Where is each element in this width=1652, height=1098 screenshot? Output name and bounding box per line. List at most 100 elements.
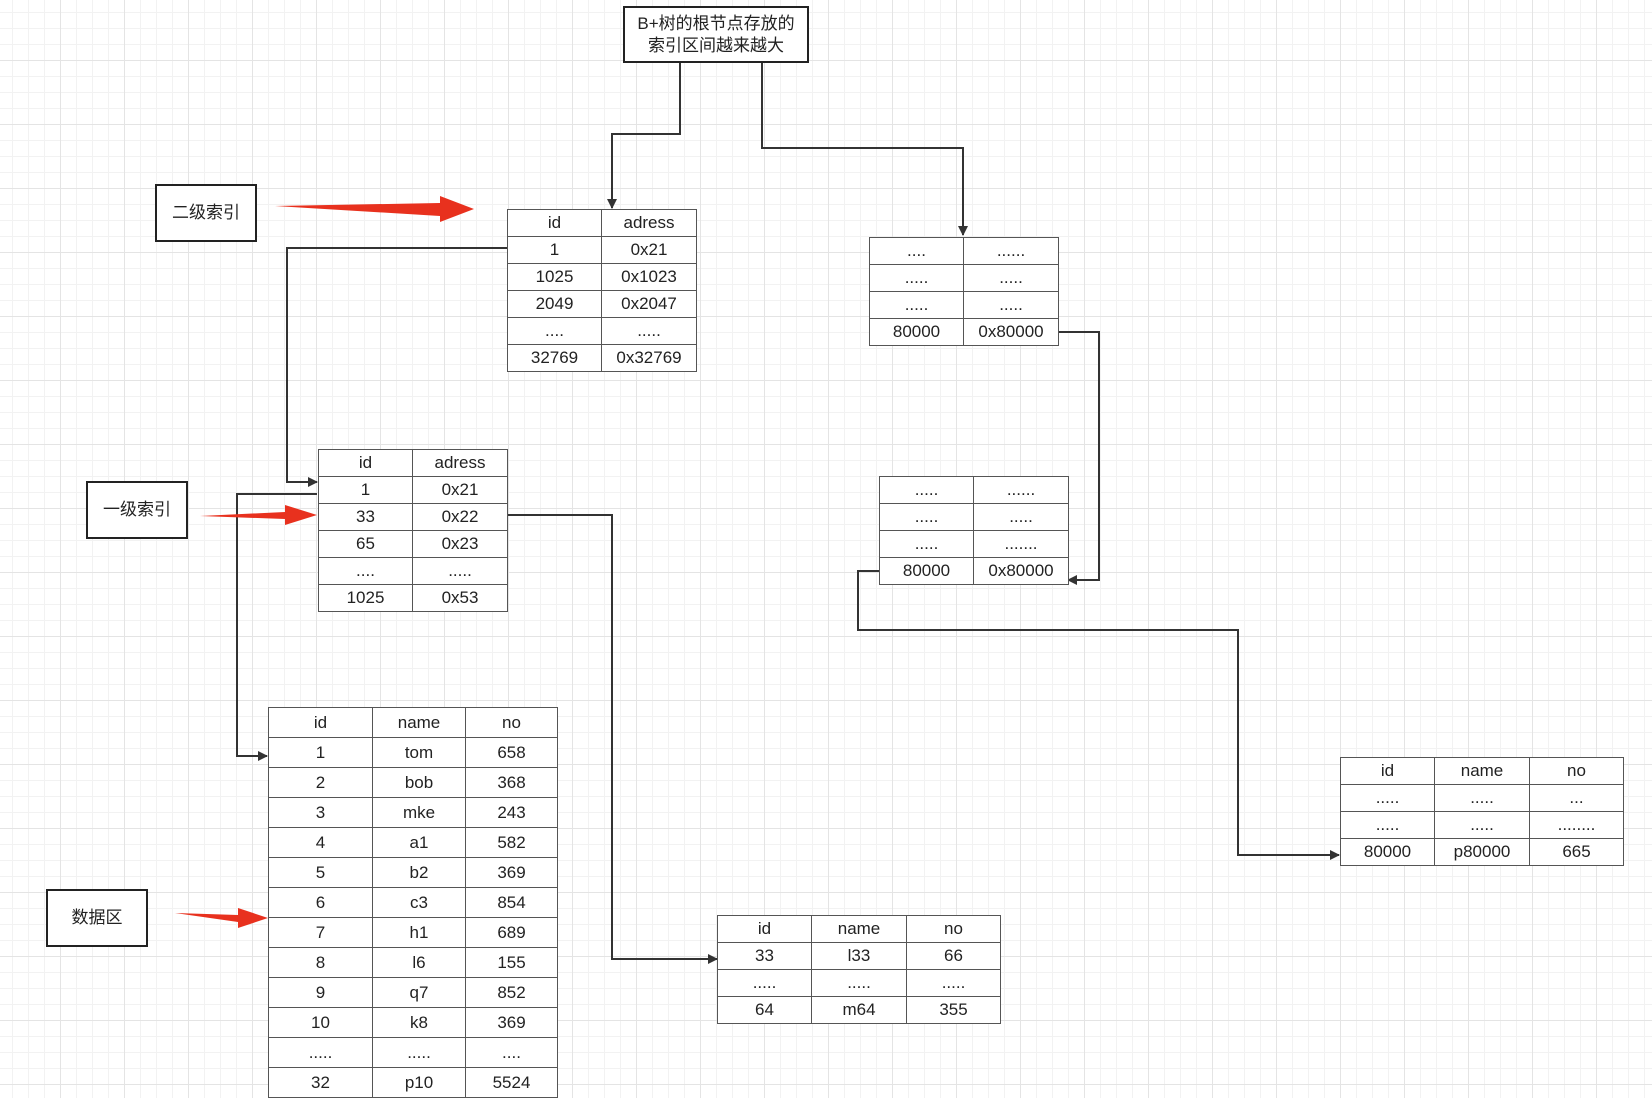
table-header-cell: id: [1340, 757, 1435, 785]
table-row: 6 c3 854: [268, 887, 558, 918]
table-cell: .....: [1434, 811, 1530, 839]
table-cell: 368: [465, 767, 558, 798]
table-cell: tom: [372, 737, 466, 768]
table-row: 1 0x21: [318, 476, 508, 504]
root-title-box: B+树的根节点存放的 索引区间越来越大: [623, 6, 809, 63]
table-cell: 369: [465, 1007, 558, 1038]
table-row: ..........: [869, 264, 1059, 292]
connector-root-to-secondary-left: [607, 63, 681, 209]
table-cell: 0x32769: [601, 344, 697, 372]
table-row: 1 0x21: [507, 236, 697, 264]
table-header-row: id adress: [318, 449, 508, 477]
root-title-line-2: 索引区间越来越大: [648, 35, 784, 55]
table-cell: ...: [1529, 784, 1624, 812]
table-row: 64 m64 355: [717, 996, 1001, 1024]
table-row: 33 l33 66: [717, 942, 1001, 970]
table-cell: 243: [465, 797, 558, 828]
table-row: 80000 0x80000: [879, 557, 1069, 585]
table-cell: 155: [465, 947, 558, 978]
table-header-cell: no: [465, 707, 558, 738]
table-row: 80000 p80000 665: [1340, 838, 1624, 866]
table-cell: 80000: [869, 318, 964, 346]
table-cell: 2: [268, 767, 373, 798]
table-cell: .......: [973, 530, 1069, 558]
table-row: ..........: [869, 291, 1059, 319]
data-table-left: id name no 1 tom 658 2 bob 368 3 mke 243 4 a1 582 5 b2 36…: [268, 707, 558, 1098]
table-cell: ....: [507, 317, 602, 345]
table-cell: 689: [465, 917, 558, 948]
table-cell: 6: [268, 887, 373, 918]
table-row: 1025 0x1023: [507, 263, 697, 291]
data-area-label: 数据区: [46, 889, 148, 947]
table-header-cell: id: [268, 707, 373, 738]
table-header-row: id name no: [268, 707, 558, 738]
table-row: ..............: [268, 1037, 558, 1068]
table-cell: 1025: [318, 584, 413, 612]
table-cell: 658: [465, 737, 558, 768]
table-cell: 32: [268, 1067, 373, 1098]
table-cell: 369: [465, 857, 558, 888]
table-cell: .....: [869, 291, 964, 319]
table-cell: 355: [906, 996, 1001, 1024]
table-cell: 65: [318, 530, 413, 558]
table-cell: .....: [879, 503, 974, 531]
table-cell: 33: [717, 942, 812, 970]
red-arrow-primary: [200, 505, 317, 525]
connector-primary-right-to-data-right: [857, 570, 1340, 860]
table-cell: c3: [372, 887, 466, 918]
table-cell: 0x22: [412, 503, 508, 531]
table-header-row: id name no: [717, 915, 1001, 943]
table-cell: 7: [268, 917, 373, 948]
table-header-cell: id: [507, 209, 602, 237]
table-cell: 32769: [507, 344, 602, 372]
table-cell: 0x53: [412, 584, 508, 612]
table-cell: 64: [717, 996, 812, 1024]
table-cell: .....: [963, 291, 1059, 319]
table-row: ..........: [879, 503, 1069, 531]
table-cell: 0x80000: [963, 318, 1059, 346]
table-cell: 8: [268, 947, 373, 978]
table-cell: 1025: [507, 263, 602, 291]
table-row: 65 0x23: [318, 530, 508, 558]
table-row: 10 k8 369: [268, 1007, 558, 1038]
table-row: 8 l6 155: [268, 947, 558, 978]
table-cell: .....: [717, 969, 812, 997]
table-cell: 582: [465, 827, 558, 858]
table-row: ...............: [717, 969, 1001, 997]
table-cell: ......: [973, 476, 1069, 504]
table-row: ...........: [879, 476, 1069, 504]
table-cell: l33: [811, 942, 907, 970]
table-cell: .....: [879, 530, 974, 558]
table-cell: b2: [372, 857, 466, 888]
table-cell: 0x1023: [601, 263, 697, 291]
table-row: 1 tom 658: [268, 737, 558, 768]
table-cell: 5524: [465, 1067, 558, 1098]
table-row: .........: [507, 317, 697, 345]
table-row: ............: [879, 530, 1069, 558]
root-title-line-1: B+树的根节点存放的: [637, 13, 795, 33]
table-header-cell: adress: [412, 449, 508, 477]
primary-index-table-left: id adress 1 0x21 33 0x22 65 0x23......... 1025 0x…: [318, 449, 508, 612]
table-cell: k8: [372, 1007, 466, 1038]
table-cell: .....: [268, 1037, 373, 1068]
table-cell: p10: [372, 1067, 466, 1098]
table-cell: 1: [268, 737, 373, 768]
table-cell: 0x21: [601, 236, 697, 264]
table-cell: q7: [372, 977, 466, 1008]
secondary-index-table-right: .............................. 80000 0x800…: [869, 237, 1059, 346]
table-cell: 80000: [1340, 838, 1435, 866]
table-row: .........: [318, 557, 508, 585]
table-row: 33 0x22: [318, 503, 508, 531]
table-header-cell: no: [906, 915, 1001, 943]
table-cell: 4: [268, 827, 373, 858]
table-cell: 665: [1529, 838, 1624, 866]
table-cell: h1: [372, 917, 466, 948]
table-cell: 852: [465, 977, 558, 1008]
table-header-cell: name: [811, 915, 907, 943]
table-row: 5 b2 369: [268, 857, 558, 888]
table-row: ..................: [1340, 811, 1624, 839]
table-cell: 1: [318, 476, 413, 504]
table-cell: .....: [906, 969, 1001, 997]
table-row: 2049 0x2047: [507, 290, 697, 318]
table-cell: m64: [811, 996, 907, 1024]
